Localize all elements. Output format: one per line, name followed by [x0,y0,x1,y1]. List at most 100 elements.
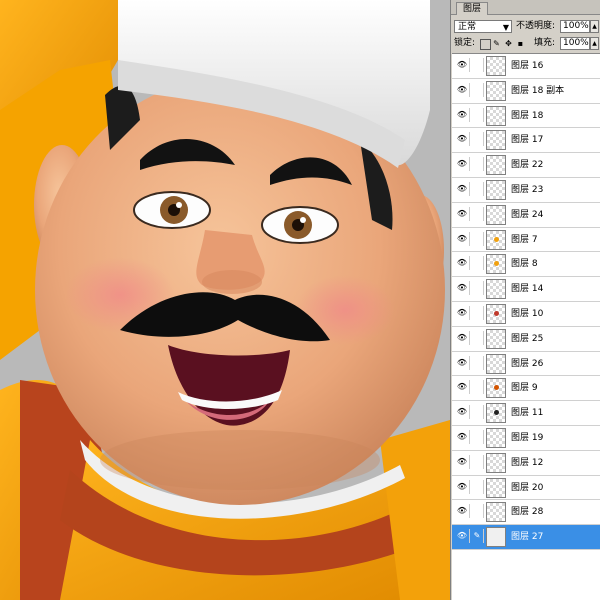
layer-row[interactable]: 👁 图层 26 [452,351,600,377]
eye-icon[interactable]: 👁 [455,256,470,271]
blend-mode-value: 正常 [458,22,477,32]
layer-list: 👁 图层 16 👁 图层 18 副本 👁 图层 18 👁 图层 17 👁 图层 22 👁 图层 23 👁… [452,53,600,600]
layer-row[interactable]: 👁 图层 24 [452,202,600,228]
fill-label: 填充: [534,38,556,48]
eye-icon[interactable]: 👁 [455,82,470,97]
layer-row[interactable]: 👁 图层 18 副本 [452,78,600,104]
panel-tabbar: 图层 [451,0,600,15]
layer-row[interactable]: 👁 图层 12 [452,450,600,476]
link-slot[interactable] [471,454,484,469]
layer-thumbnail [486,502,506,523]
link-slot[interactable] [471,256,484,271]
link-slot[interactable] [471,355,484,370]
layer-row[interactable]: 👁 图层 28 [452,500,600,526]
layer-name: 图层 20 [511,482,544,493]
layer-thumbnail [486,229,506,250]
layers-panel: 图层 正常 ▼ 不透明度: 100% ▲ 锁定: ✎ ✥ ▪ 填充: 100% … [450,0,600,600]
layer-thumbnail [486,403,506,424]
eye-icon[interactable]: 👁 [455,107,470,122]
blend-opacity-row: 正常 ▼ 不透明度: 100% ▲ [454,20,599,35]
link-slot[interactable] [471,132,484,147]
document-canvas[interactable] [0,0,450,600]
layer-thumbnail [486,279,506,300]
lock-paint-icon[interactable]: ✎ [492,39,501,48]
layer-row[interactable]: 👁 图层 17 [452,128,600,154]
layer-row[interactable]: 👁 图层 16 [452,54,600,79]
layer-row[interactable]: 👁 ✎ 图层 27 [452,525,600,550]
lock-transparency-icon[interactable] [480,39,491,50]
layer-name: 图层 18 [511,110,544,121]
lock-move-icon[interactable]: ✥ [504,39,513,48]
layer-name: 图层 16 [511,61,544,71]
eye-icon[interactable]: 👁 [455,405,470,420]
eye-icon[interactable]: 👁 [455,58,470,72]
blend-mode-select[interactable]: 正常 ▼ [454,20,512,33]
layer-name: 图层 14 [511,284,544,295]
eye-icon[interactable]: 👁 [455,479,470,494]
eye-icon[interactable]: 👁 [455,231,470,246]
layer-row[interactable]: 👁 图层 9 [452,376,600,402]
tab-layers[interactable]: 图层 [456,2,489,15]
link-slot[interactable] [471,231,484,246]
layer-row[interactable]: 👁 图层 23 [452,177,600,203]
layer-row[interactable]: 👁 图层 8 [452,252,600,278]
layer-row[interactable]: 👁 图层 14 [452,277,600,302]
fill-stepper[interactable]: ▲ [590,37,599,50]
layer-row[interactable]: 👁 图层 7 [452,227,600,253]
link-slot[interactable] [471,107,484,122]
link-slot[interactable] [471,479,484,494]
layer-row[interactable]: 👁 图层 11 [452,401,600,426]
layer-thumbnail [486,130,506,151]
link-slot[interactable] [471,380,484,395]
eye-icon[interactable]: 👁 [455,132,470,147]
link-slot[interactable] [471,429,484,444]
link-slot[interactable] [471,82,484,97]
eye-icon[interactable]: 👁 [455,380,470,395]
layer-name: 图层 17 [511,135,544,146]
eye-icon[interactable]: 👁 [455,181,470,196]
link-slot[interactable] [471,405,484,420]
link-slot[interactable] [471,157,484,172]
brush-icon[interactable]: ✎ [471,529,484,544]
thumbnail-mark [494,410,499,416]
layer-row[interactable]: 👁 图层 20 [452,475,600,501]
layer-thumbnail [486,56,506,76]
eye-icon[interactable]: 👁 [455,330,470,345]
link-slot[interactable] [471,281,484,296]
eye-icon[interactable]: 👁 [455,529,470,544]
eye-icon[interactable]: 👁 [455,454,470,469]
link-slot[interactable] [471,206,484,221]
eye-icon[interactable]: 👁 [455,281,470,296]
eye-icon[interactable]: 👁 [455,206,470,221]
opacity-stepper[interactable]: ▲ [590,20,599,33]
opacity-input[interactable]: 100% [560,20,590,33]
link-slot[interactable] [471,181,484,196]
layer-name: 图层 27 [511,532,544,543]
layer-row[interactable]: 👁 图层 19 [452,425,600,451]
thumbnail-mark [494,261,499,267]
opacity-label: 不透明度: [516,21,556,31]
layer-row[interactable]: 👁 图层 25 [452,326,600,352]
layer-name: 图层 26 [511,358,544,369]
layer-thumbnail [486,328,506,349]
layer-row[interactable]: 👁 图层 10 [452,301,600,327]
layer-name: 图层 12 [511,457,544,468]
eye-icon[interactable]: 👁 [455,504,470,519]
lock-all-icon[interactable]: ▪ [516,39,525,48]
layer-row[interactable]: 👁 图层 18 [452,103,600,129]
layer-thumbnail [486,303,506,324]
eye-icon[interactable]: 👁 [455,429,470,444]
eye-icon[interactable]: 👁 [455,157,470,172]
layer-name: 图层 25 [511,333,544,344]
layer-row[interactable]: 👁 图层 22 [452,153,600,178]
layer-name: 图层 18 副本 [511,85,565,96]
link-slot[interactable] [471,504,484,519]
link-slot[interactable] [471,305,484,320]
eye-icon[interactable]: 👁 [455,355,470,370]
eye-icon[interactable]: 👁 [455,305,470,320]
link-slot[interactable] [471,58,484,72]
layer-name: 图层 7 [511,234,538,245]
link-slot[interactable] [471,330,484,345]
layer-thumbnail [486,155,506,176]
fill-input[interactable]: 100% [560,37,590,50]
